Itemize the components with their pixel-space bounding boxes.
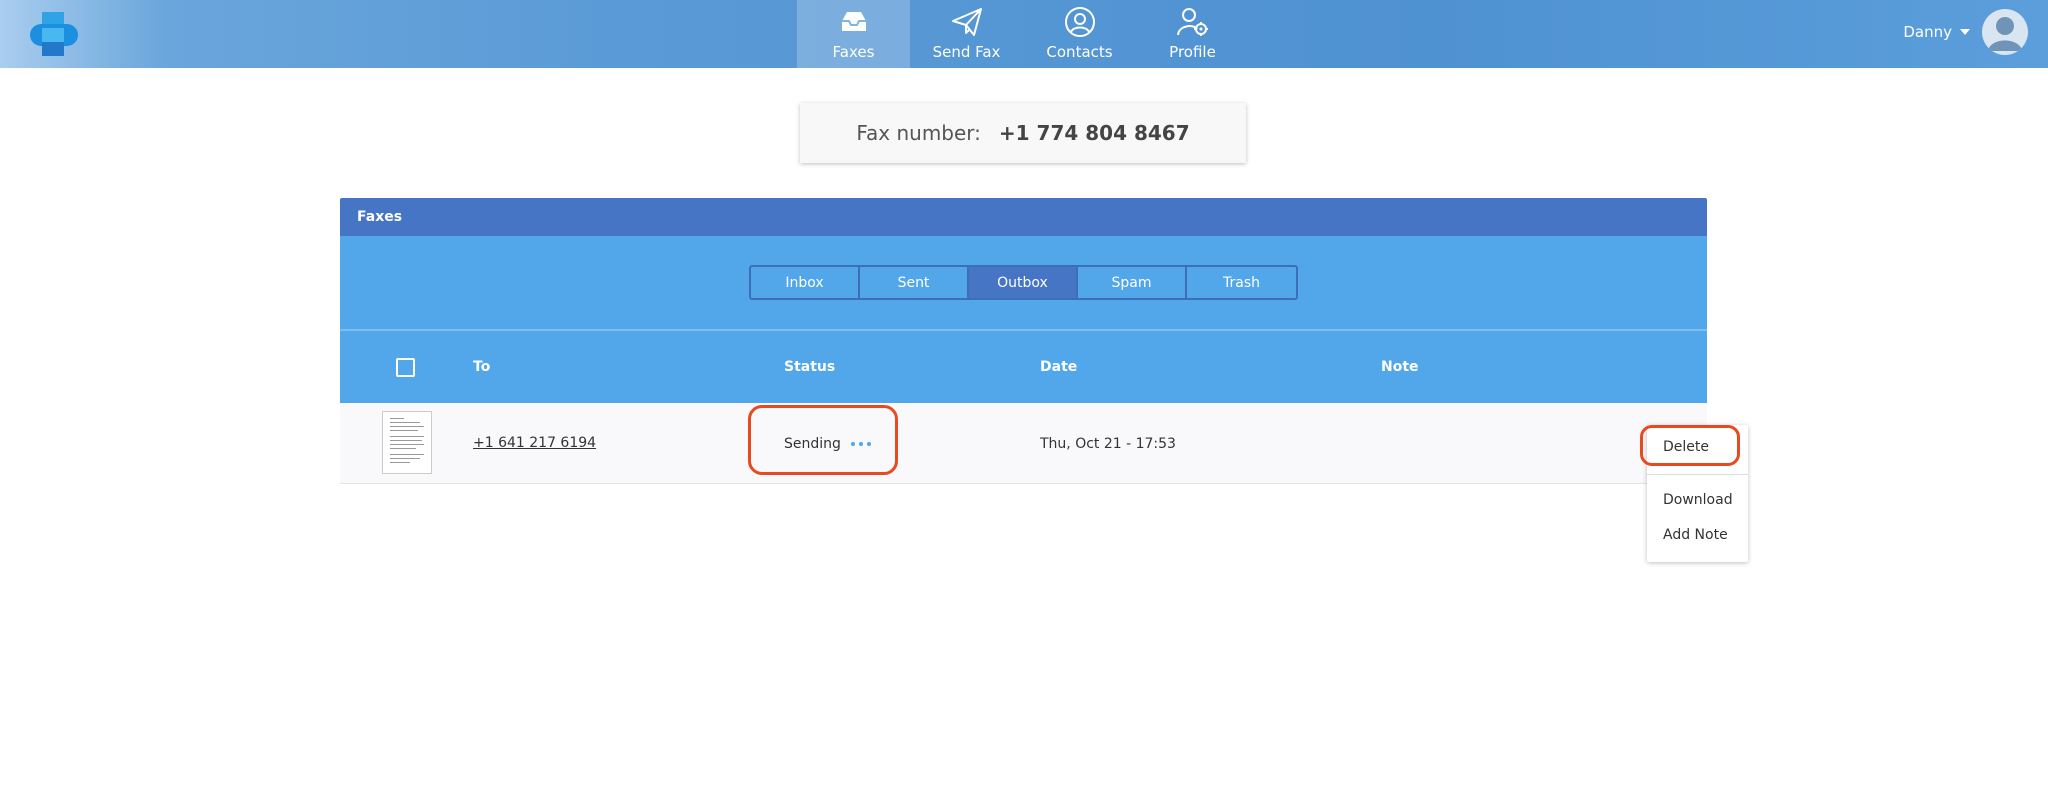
menu-item-download[interactable]: Download [1663, 492, 1733, 508]
folder-tabs: Inbox Sent Outbox Spam Trash [749, 265, 1298, 300]
fax-number-value: +1 774 804 8467 [998, 121, 1190, 145]
nav-profile[interactable]: Profile [1136, 0, 1249, 68]
nav-faxes-label: Faxes [832, 43, 875, 61]
user-name: Danny [1903, 23, 1952, 41]
select-all-checkbox[interactable] [396, 358, 415, 377]
fax-thumbnail[interactable] [382, 411, 432, 474]
tab-sent[interactable]: Sent [860, 267, 969, 298]
fax-logo-icon[interactable] [30, 12, 78, 58]
top-bar: Faxes Send Fax Contacts Profile Danny [0, 0, 2048, 68]
menu-divider [1647, 474, 1748, 475]
delete-highlight [1640, 425, 1740, 466]
status-highlight [748, 405, 898, 475]
nav-send-fax-label: Send Fax [932, 43, 1001, 61]
avatar[interactable] [1982, 9, 2028, 55]
fax-number-label: Fax number: [856, 121, 981, 145]
nav-send-fax[interactable]: Send Fax [910, 0, 1023, 68]
nav-contacts[interactable]: Contacts [1023, 0, 1136, 68]
paper-plane-icon [951, 8, 982, 36]
column-header-status: Status [784, 359, 836, 375]
fax-number-card: Fax number: +1 774 804 8467 [800, 103, 1246, 163]
faxes-panel: Faxes Inbox Sent Outbox Spam Trash To St… [340, 198, 1707, 488]
nav-faxes[interactable]: Faxes [797, 0, 910, 68]
inbox-tray-icon [841, 12, 866, 31]
menu-item-add-note[interactable]: Add Note [1663, 527, 1728, 543]
tab-inbox[interactable]: Inbox [751, 267, 860, 298]
user-gear-icon [1176, 8, 1208, 36]
folder-tabs-area: Inbox Sent Outbox Spam Trash [340, 236, 1707, 331]
main-nav: Faxes Send Fax Contacts Profile [797, 0, 1249, 68]
caret-down-icon [1960, 29, 1970, 35]
recipient-link[interactable]: +1 641 217 6194 [473, 435, 596, 451]
table-header: To Status Date Note [340, 331, 1707, 403]
tab-outbox[interactable]: Outbox [969, 267, 1078, 298]
column-header-date: Date [1040, 359, 1078, 375]
column-header-note: Note [1381, 359, 1419, 375]
tab-spam[interactable]: Spam [1078, 267, 1187, 298]
panel-title: Faxes [340, 198, 1707, 236]
nav-profile-label: Profile [1169, 43, 1216, 61]
nav-contacts-label: Contacts [1046, 43, 1113, 61]
table-row[interactable]: +1 641 217 6194 Sending Thu, Oct 21 - 17… [340, 403, 1707, 484]
person-circle-icon [1064, 7, 1095, 37]
user-menu[interactable]: Danny [1903, 9, 2028, 55]
date-cell: Thu, Oct 21 - 17:53 [1040, 436, 1176, 452]
tab-trash[interactable]: Trash [1187, 267, 1296, 298]
column-header-to: To [473, 359, 491, 375]
